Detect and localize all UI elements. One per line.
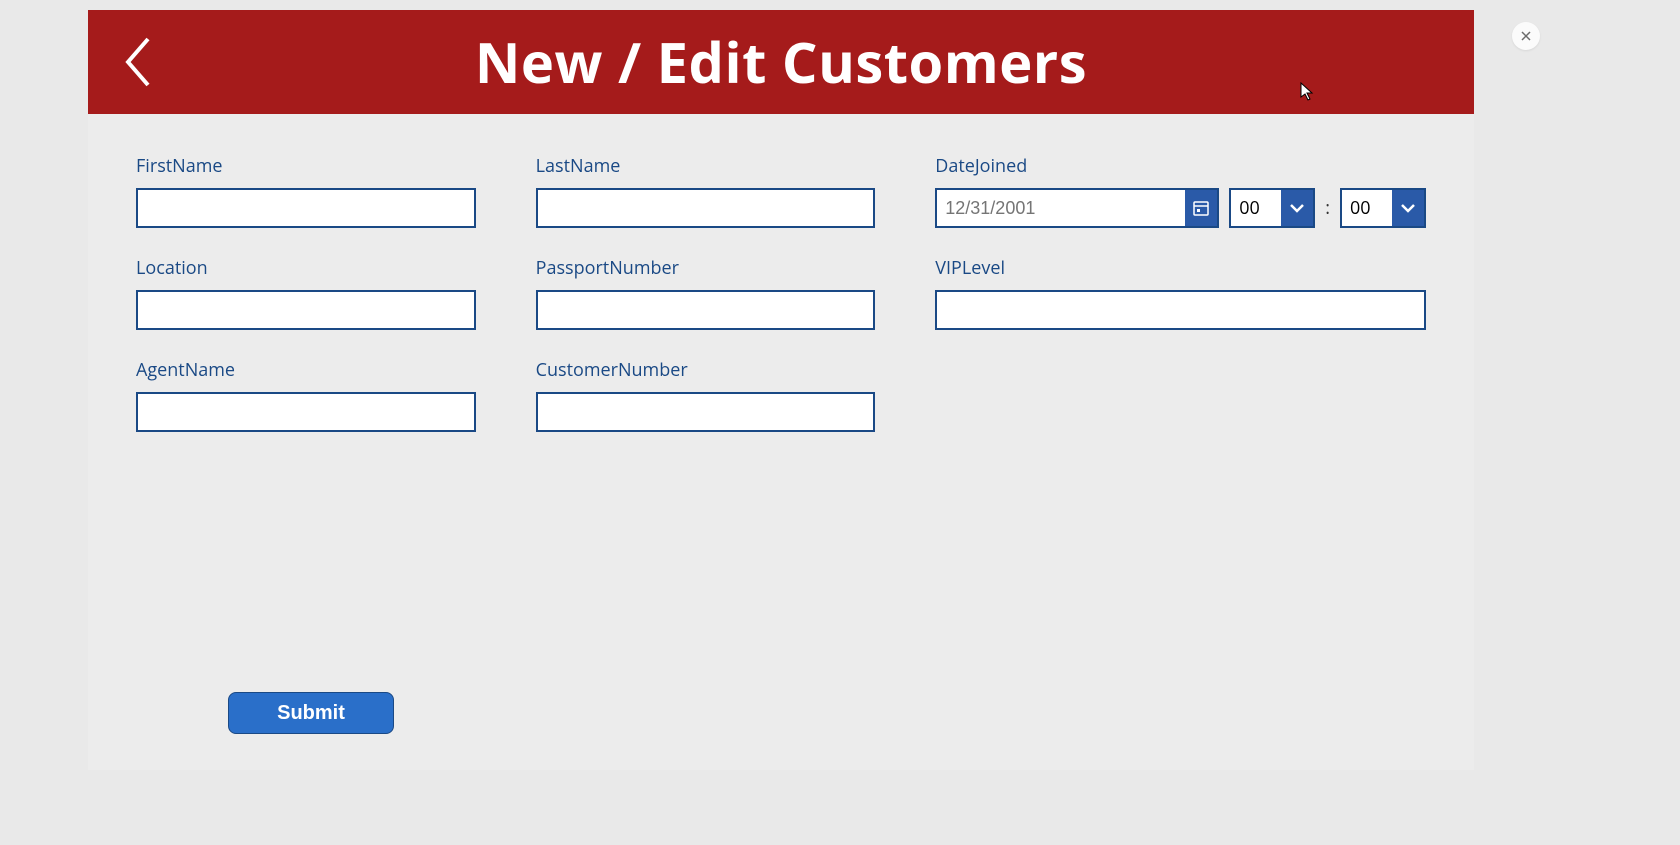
time-separator: : [1325, 196, 1330, 220]
datejoined-label: DateJoined [935, 154, 1426, 178]
chevron-left-icon [120, 35, 156, 89]
header-bar: New / Edit Customers [88, 10, 1474, 114]
hour-dropdown[interactable]: 00 [1229, 188, 1315, 228]
field-location: Location [136, 256, 476, 330]
viplevel-input[interactable] [935, 290, 1426, 330]
field-passportnumber: PassportNumber [536, 256, 876, 330]
lastname-input[interactable] [536, 188, 876, 228]
date-input[interactable] [937, 190, 1185, 226]
hour-dropdown-arrow[interactable] [1281, 190, 1313, 226]
agentname-label: AgentName [136, 358, 476, 382]
passportnumber-input[interactable] [536, 290, 876, 330]
minute-dropdown[interactable]: 00 [1340, 188, 1426, 228]
form-area: FirstName LastName DateJoined [88, 114, 1474, 432]
chevron-down-icon [1288, 202, 1306, 214]
customernumber-input[interactable] [536, 392, 876, 432]
customernumber-label: CustomerNumber [536, 358, 876, 382]
field-datejoined: DateJoined 00 [935, 154, 1426, 228]
lastname-label: LastName [536, 154, 876, 178]
calendar-icon [1192, 199, 1210, 217]
datejoined-row: 00 : 00 [935, 188, 1426, 228]
chevron-down-icon [1399, 202, 1417, 214]
location-label: Location [136, 256, 476, 280]
field-viplevel: VIPLevel [935, 256, 1426, 330]
field-customernumber: CustomerNumber [536, 358, 876, 432]
close-icon [1519, 29, 1533, 43]
form-page: New / Edit Customers FirstName LastName … [88, 10, 1474, 770]
field-agentname: AgentName [136, 358, 476, 432]
passportnumber-label: PassportNumber [536, 256, 876, 280]
date-input-wrap [935, 188, 1219, 228]
field-firstname: FirstName [136, 154, 476, 228]
field-lastname: LastName [536, 154, 876, 228]
minute-dropdown-arrow[interactable] [1392, 190, 1424, 226]
page-title: New / Edit Customers [88, 24, 1474, 100]
location-input[interactable] [136, 290, 476, 330]
minute-value: 00 [1342, 190, 1392, 226]
agentname-input[interactable] [136, 392, 476, 432]
submit-button[interactable]: Submit [228, 692, 394, 734]
empty-cell [935, 358, 1426, 432]
back-button[interactable] [116, 30, 160, 94]
viplevel-label: VIPLevel [935, 256, 1426, 280]
close-button[interactable] [1512, 22, 1540, 50]
firstname-label: FirstName [136, 154, 476, 178]
firstname-input[interactable] [136, 188, 476, 228]
date-picker-button[interactable] [1185, 190, 1217, 226]
hour-value: 00 [1231, 190, 1281, 226]
